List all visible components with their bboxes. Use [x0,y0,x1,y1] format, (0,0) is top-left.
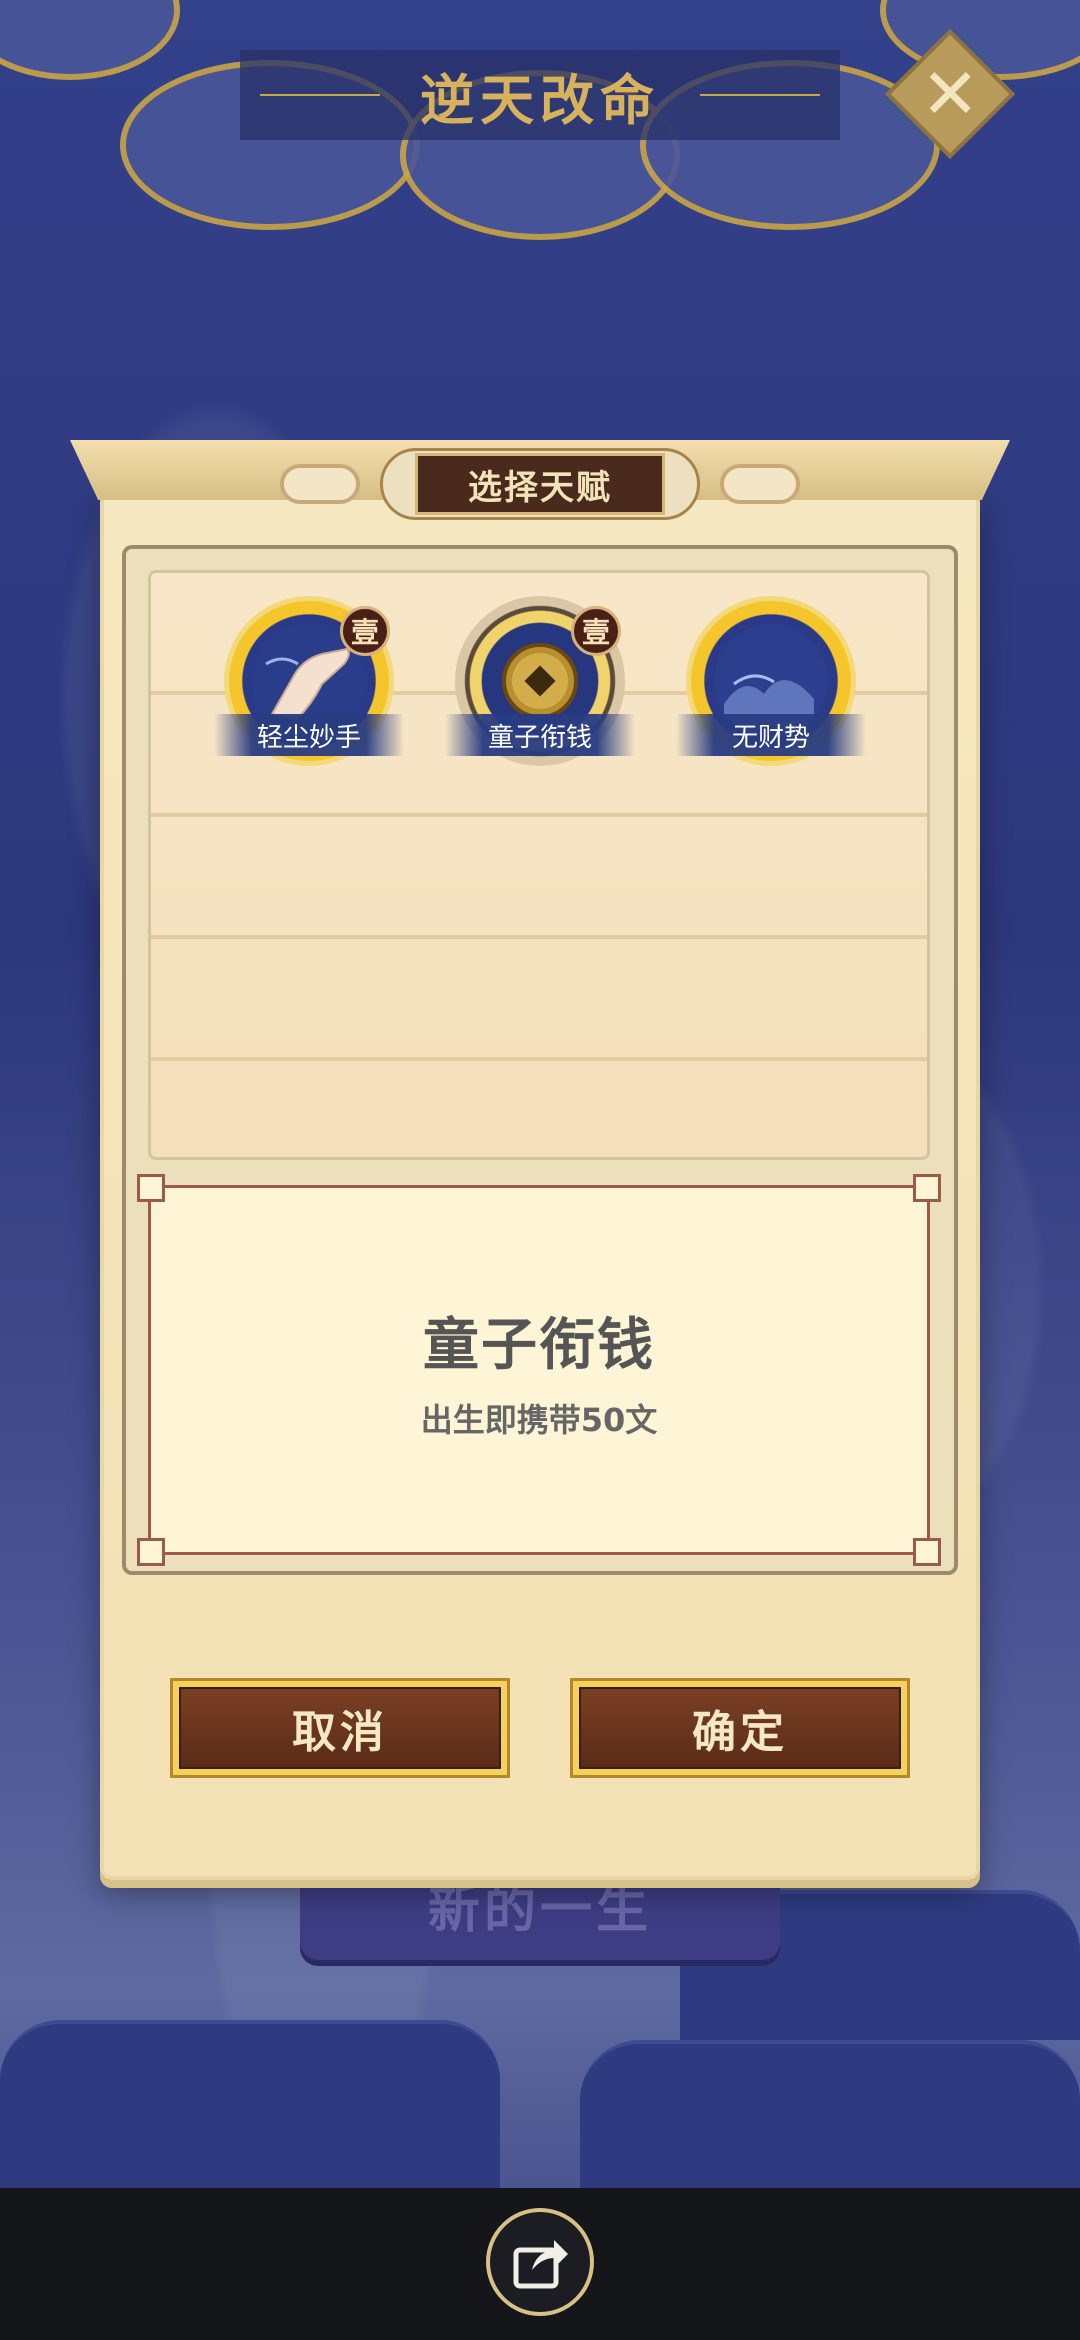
dialog-header: 选择天赋 [280,444,800,524]
talent-label: 轻尘妙手 [214,714,404,756]
cancel-label: 取消 [292,1707,388,1758]
talent-item[interactable]: 无财势 [676,596,866,766]
talent-item-selected[interactable]: 壹 童子衔钱 [445,596,635,766]
dialog-title-plate: 选择天赋 [415,453,665,515]
page-title: 逆天改命 [420,68,660,132]
wave-decoration [0,2020,500,2190]
talent-effect: 出生即携带50文 [420,1400,658,1439]
talent-rank-badge: 壹 [571,606,621,656]
dialog-title: 选择天赋 [468,467,612,508]
talent-label: 童子衔钱 [445,714,635,756]
talent-description-box: 童子衔钱 出生即携带50文 [137,1174,941,1566]
share-icon [513,2240,568,2289]
talent-label: 无财势 [676,714,866,756]
talent-name: 童子衔钱 [423,1312,655,1378]
cancel-button-face: 取消 [179,1687,501,1769]
corner-ornament [137,1174,165,1202]
wave-decoration [580,2040,1080,2190]
confirm-label: 确定 [692,1707,788,1758]
talent-item[interactable]: 壹 轻尘妙手 [214,596,404,766]
confirm-button-face: 确定 [579,1687,901,1769]
cancel-button[interactable]: 取消 [170,1678,510,1778]
cloud-curl-icon [280,464,360,504]
close-icon: ✕ [920,53,980,135]
cloud-curl-icon [720,464,800,504]
corner-ornament [913,1174,941,1202]
confirm-button[interactable]: 确定 [570,1678,910,1778]
talent-rank-badge: 壹 [340,606,390,656]
title-banner: 逆天改命 [240,50,840,140]
share-button[interactable] [486,2208,594,2316]
corner-ornament [137,1538,165,1566]
corner-ornament [913,1538,941,1566]
